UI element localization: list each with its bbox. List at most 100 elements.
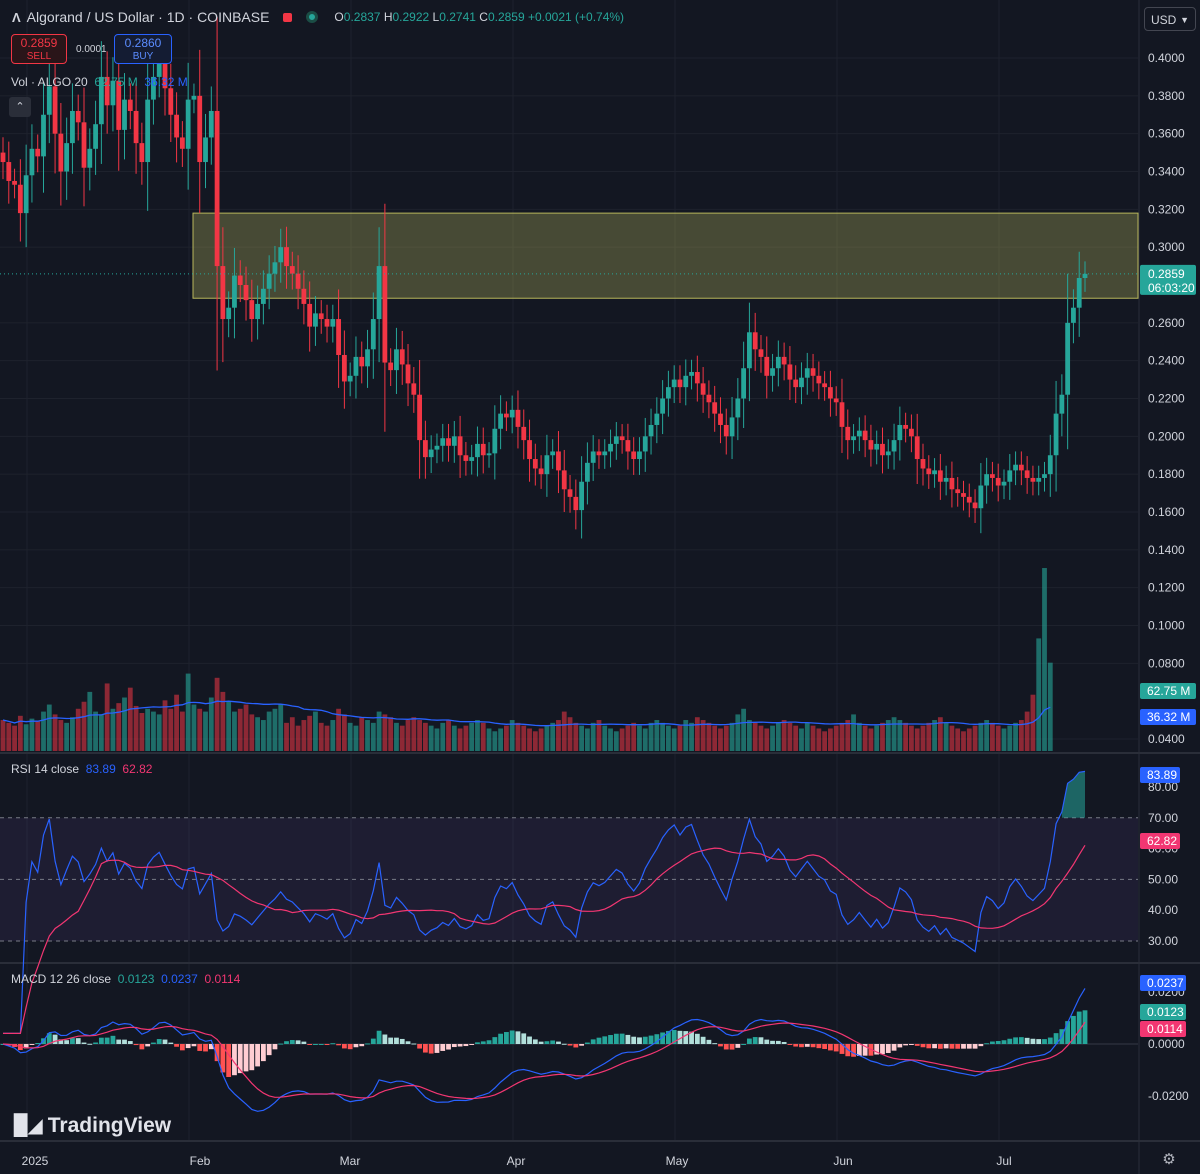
macd-histogram-bar — [758, 1037, 764, 1044]
candle-body — [41, 114, 46, 157]
volume-bar — [770, 725, 775, 751]
candle-body — [995, 477, 1001, 486]
macd-histogram-bar — [1030, 1038, 1036, 1044]
candle-body — [278, 247, 284, 263]
macd-histogram-bar — [428, 1044, 434, 1054]
volume-bar — [966, 728, 972, 751]
candle-body — [347, 375, 353, 382]
volume-bar — [550, 722, 556, 751]
currency-selector[interactable]: USD ▼ — [1144, 7, 1196, 31]
macd-histogram-bar — [891, 1044, 897, 1051]
buy-button[interactable]: 0.2860 BUY — [114, 34, 172, 64]
macd-histogram-bar — [469, 1044, 475, 1045]
volume-bar — [544, 725, 550, 751]
collapse-legend-button[interactable]: ⌃ — [9, 97, 31, 117]
macd-histogram-bar — [70, 1038, 75, 1044]
live-status-icon[interactable] — [306, 11, 319, 23]
volume-bar — [828, 728, 833, 751]
candle-body — [289, 266, 295, 274]
candle-body — [880, 443, 885, 456]
volume-bar — [104, 683, 110, 751]
volume-bar — [480, 722, 486, 751]
volume-bar — [87, 691, 93, 751]
volume-legend[interactable]: Vol · ALGO 20 62.75 M 36.32 M — [11, 75, 188, 89]
gear-icon[interactable]: ⚙ — [1160, 1151, 1178, 1169]
macd-histogram-bar — [156, 1039, 162, 1044]
macd-histogram-bar — [573, 1044, 579, 1048]
macd-histogram-bar — [527, 1036, 532, 1044]
macd-histogram-bar — [260, 1044, 266, 1062]
candle-body — [706, 394, 712, 403]
volume-bar — [451, 725, 457, 751]
rsi-tick-label: 30.00 — [1148, 934, 1178, 948]
volume-bar — [654, 720, 660, 751]
macd-histogram-bar — [608, 1035, 613, 1044]
candle-body — [330, 319, 336, 327]
chevron-down-icon: ▼ — [1180, 15, 1189, 25]
volume-bar — [718, 728, 723, 751]
candle-body — [457, 436, 463, 456]
symbol-title[interactable]: Algorand / US Dollar · 1D · COINBASE — [27, 9, 270, 25]
rsi-legend[interactable]: RSI 14 close 83.89 62.82 — [11, 762, 152, 776]
candle-body — [232, 275, 237, 308]
candle-body — [336, 319, 341, 355]
candle-body — [556, 451, 561, 471]
volume-bar — [243, 704, 249, 751]
macd-histogram-bar — [556, 1041, 561, 1044]
macd-legend[interactable]: MACD 12 26 close 0.0123 0.0237 0.0114 — [11, 972, 240, 986]
volume-bar — [498, 728, 504, 751]
macd-histogram-bar — [249, 1044, 255, 1071]
volume-bar — [110, 708, 116, 751]
volume-bar — [174, 694, 179, 751]
volume-bar — [648, 722, 654, 751]
macd-histogram-bar — [353, 1044, 359, 1048]
macd-histogram-bar — [116, 1039, 122, 1044]
volume-bar — [729, 722, 735, 751]
macd-histogram-bar — [272, 1044, 278, 1050]
volume-bar — [1042, 568, 1047, 751]
candle-body — [799, 377, 804, 388]
macd-histogram-bar — [405, 1041, 411, 1044]
candle-body — [168, 88, 174, 115]
volume-bar — [307, 715, 313, 751]
macd-histogram-bar — [313, 1043, 318, 1045]
market-status-icon[interactable] — [283, 12, 293, 22]
time-axis-label: Jul — [996, 1154, 1011, 1168]
tradingview-logo[interactable]: ▉◢ TradingView — [14, 1113, 171, 1138]
volume-bar — [712, 725, 718, 751]
candle-body — [394, 349, 399, 371]
macd-hist-label: 0.0123 — [1147, 1005, 1184, 1019]
sell-button[interactable]: 0.2859 SELL — [11, 34, 67, 64]
price-tick-label: 0.3000 — [1148, 240, 1185, 254]
macd-histogram-bar — [995, 1040, 1001, 1044]
volume-bar — [521, 725, 527, 751]
candle-body — [990, 474, 995, 478]
volume-bar — [122, 697, 127, 751]
macd-histogram-bar — [457, 1044, 463, 1047]
candle-body — [903, 424, 909, 429]
chart-canvas[interactable]: 0.4000 0.3800 0.3600 0.3400 0.3200 0.3000 0.26… — [0, 0, 1200, 1174]
volume-bar — [909, 725, 914, 751]
candle-body — [637, 451, 642, 460]
volume-bar — [978, 722, 984, 751]
candle-body — [532, 459, 538, 469]
macd-histogram-bar — [851, 1044, 856, 1057]
macd-histogram-bar — [87, 1043, 93, 1045]
macd-histogram-bar — [683, 1031, 689, 1044]
volume-bar — [284, 722, 289, 751]
macd-histogram-bar — [885, 1044, 891, 1053]
candle-body — [226, 307, 232, 320]
candle-body — [313, 313, 318, 327]
candle-body — [1013, 464, 1018, 471]
macd-histogram-bar — [498, 1033, 504, 1044]
volume-bar — [891, 717, 897, 751]
macd-histogram-bar — [1036, 1039, 1042, 1044]
volume-bar — [874, 725, 880, 751]
candle-body — [856, 430, 862, 437]
candle-body — [1018, 464, 1024, 471]
candle-body — [874, 443, 880, 450]
candle-body — [1059, 394, 1065, 414]
candle-body — [503, 413, 509, 418]
macd-histogram-bar — [966, 1044, 972, 1049]
volume-bar — [660, 722, 666, 751]
